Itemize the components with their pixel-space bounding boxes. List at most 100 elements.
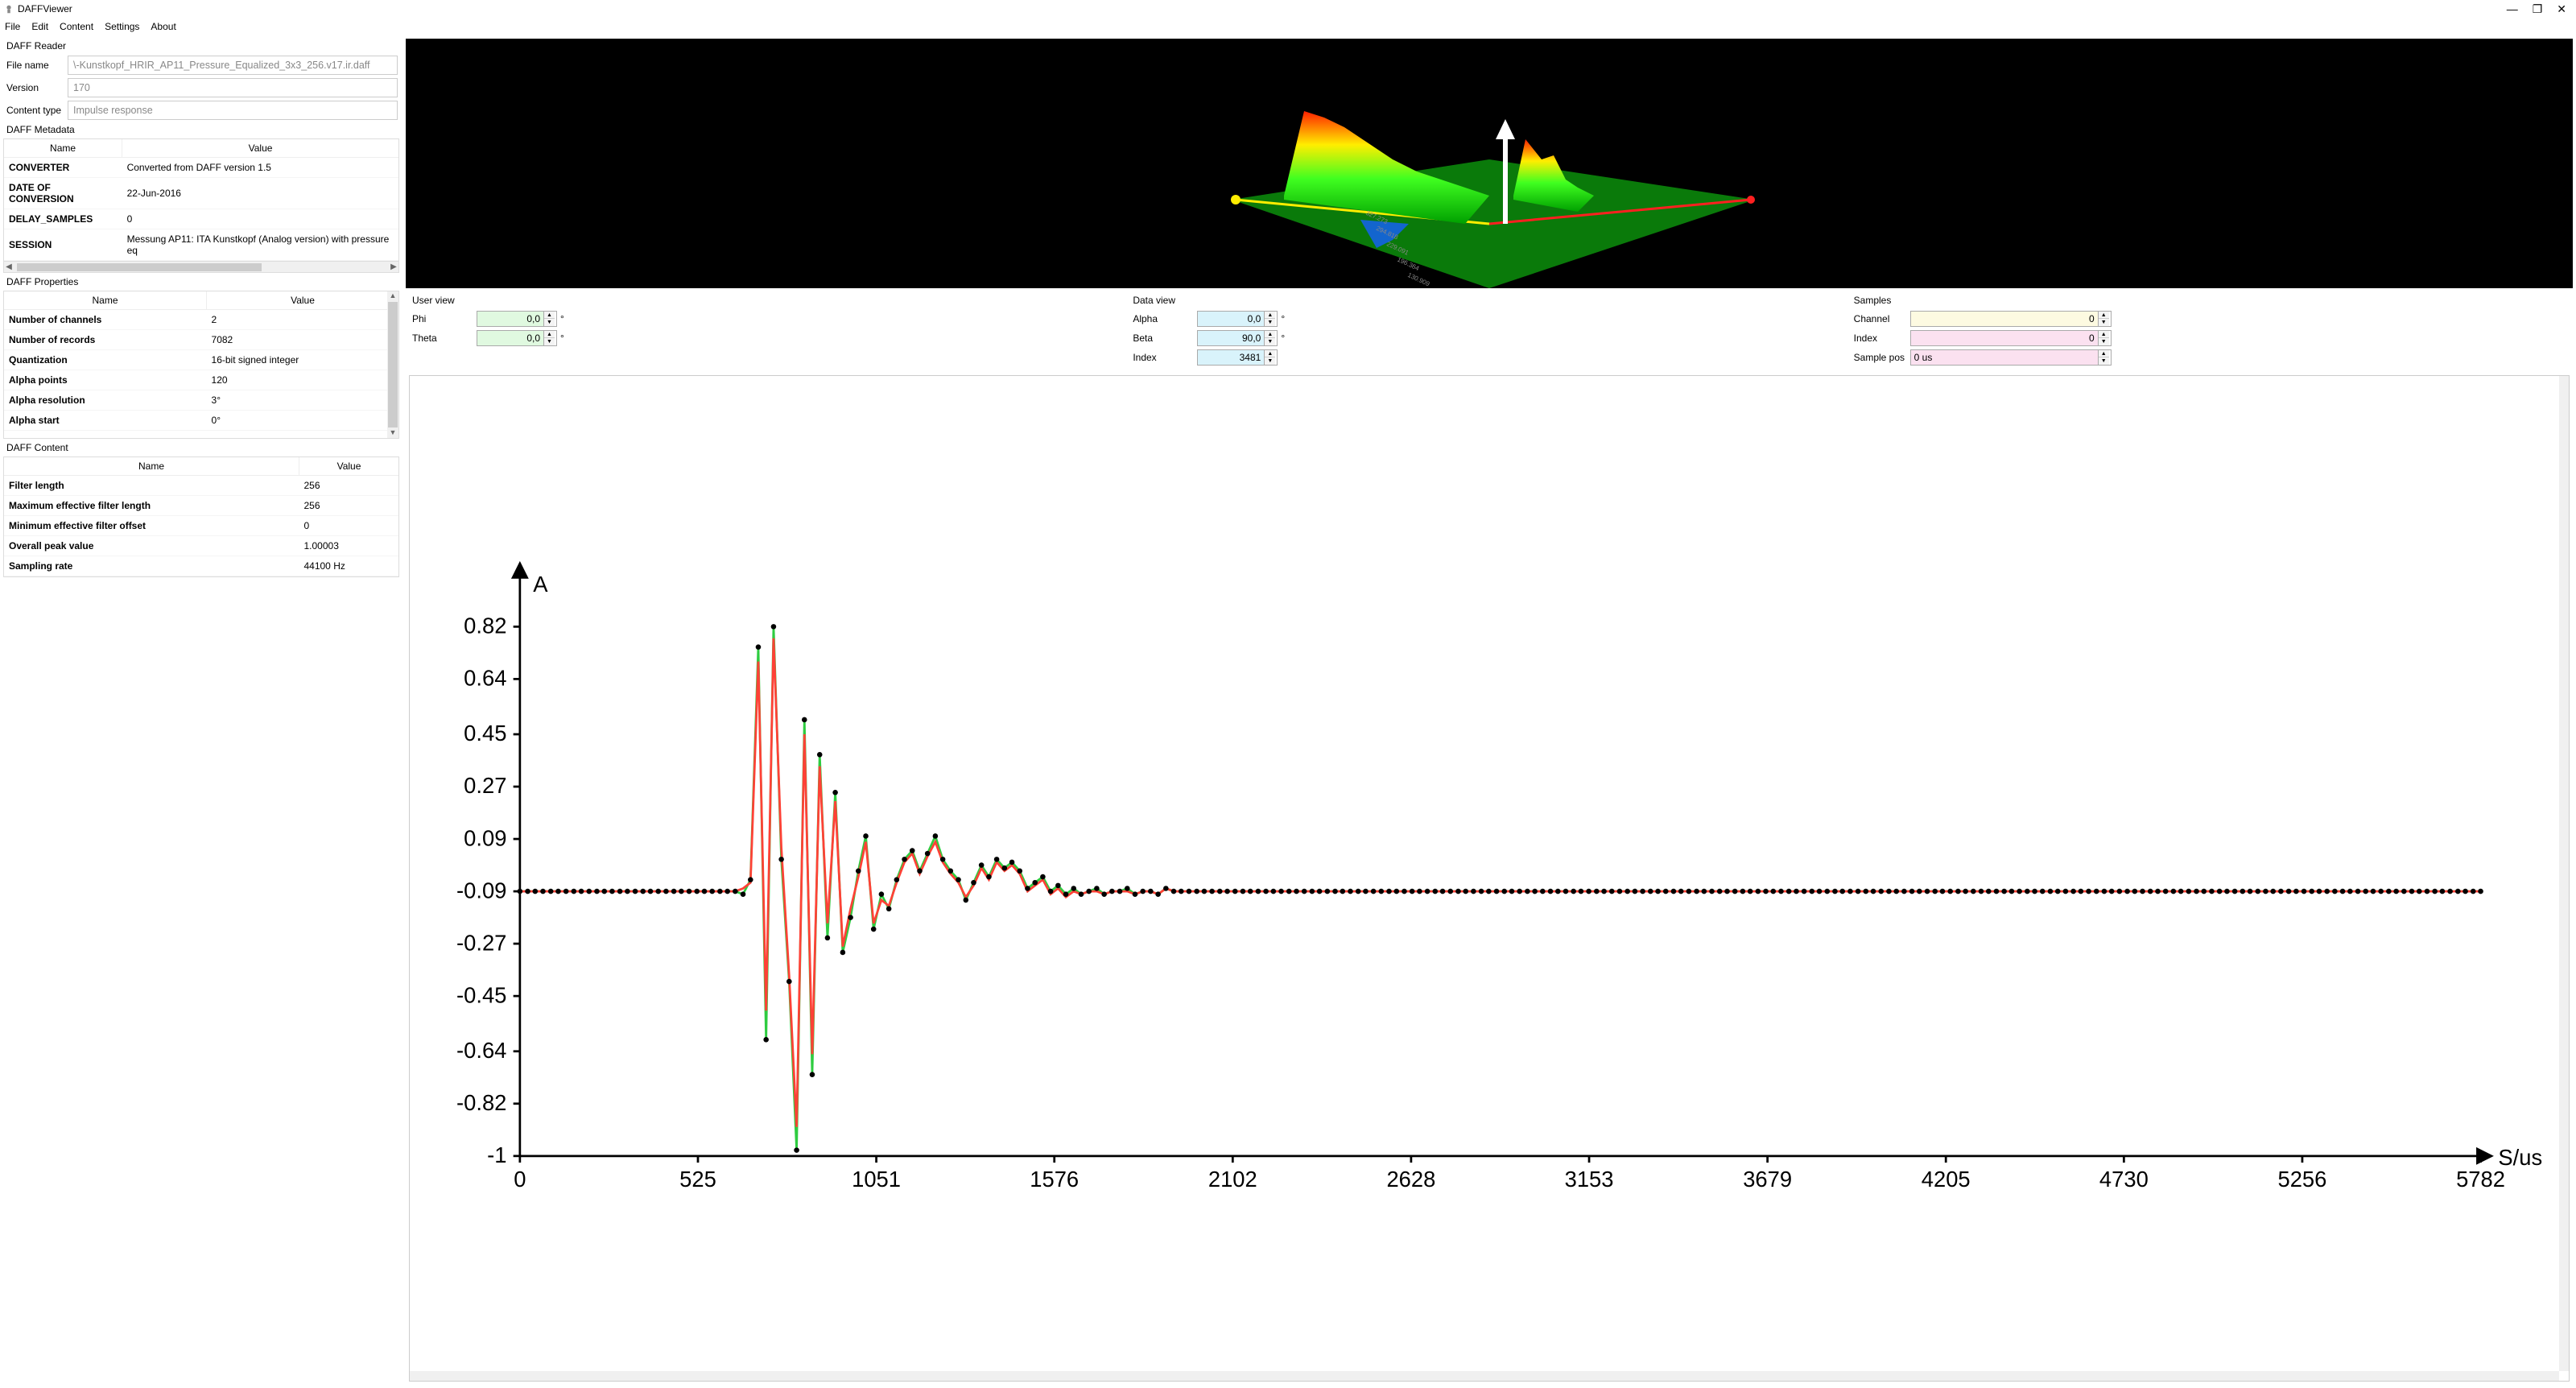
alpha-label: Alpha xyxy=(1133,313,1197,324)
theta-down[interactable]: ▼ xyxy=(544,338,555,345)
alpha-input[interactable] xyxy=(1198,312,1264,326)
col-value[interactable]: Value xyxy=(207,291,398,310)
channel-down[interactable]: ▼ xyxy=(2099,319,2109,326)
beta-input[interactable] xyxy=(1198,331,1264,345)
reader-heading: DAFF Reader xyxy=(3,39,399,53)
alpha-down[interactable]: ▼ xyxy=(1265,319,1275,326)
cell-value: 256 xyxy=(299,496,398,516)
channel-label: Channel xyxy=(1854,313,1910,324)
col-name[interactable]: Name xyxy=(4,291,207,310)
maximize-button[interactable]: ❐ xyxy=(2533,2,2543,16)
beta-up[interactable]: ▲ xyxy=(1265,331,1275,338)
filename-label: File name xyxy=(5,60,68,71)
cell-name: DATE OF CONVERSION xyxy=(4,178,122,209)
properties-table: NameValue Number of channels2Number of r… xyxy=(3,291,399,439)
table-row[interactable]: Alpha start0° xyxy=(4,411,398,431)
table-row[interactable]: Number of channels2 xyxy=(4,310,398,330)
phi-input[interactable] xyxy=(477,312,543,326)
sample-index-label: Index xyxy=(1854,333,1910,344)
menu-settings[interactable]: Settings xyxy=(105,21,139,32)
sample-index-input[interactable] xyxy=(1911,331,2098,345)
metadata-heading: DAFF Metadata xyxy=(3,122,399,137)
cell-value: 3° xyxy=(207,390,398,411)
data-index-label: Index xyxy=(1133,352,1197,363)
table-row[interactable]: DELAY_SAMPLES0 xyxy=(4,209,398,229)
samplepos-up[interactable]: ▲ xyxy=(2099,350,2109,357)
cell-value: Messung AP11: ITA Kunstkopf (Analog vers… xyxy=(122,229,398,261)
table-row[interactable]: DATE OF CONVERSION22-Jun-2016 xyxy=(4,178,398,209)
cell-name: Minimum effective filter offset xyxy=(4,516,299,536)
table-row[interactable]: Maximum effective filter length256 xyxy=(4,496,398,516)
samplepos-input[interactable] xyxy=(1911,350,2098,365)
data-index-input[interactable] xyxy=(1198,350,1264,365)
menu-file[interactable]: File xyxy=(5,21,20,32)
col-value[interactable]: Value xyxy=(299,457,398,476)
theta-unit: ° xyxy=(560,333,564,344)
app-title: DAFFViewer xyxy=(18,3,72,14)
data-index-up[interactable]: ▲ xyxy=(1265,350,1275,357)
menu-content[interactable]: Content xyxy=(60,21,93,32)
cell-name: Number of channels xyxy=(4,310,207,330)
filename-input[interactable] xyxy=(68,56,398,75)
theta-label: Theta xyxy=(412,333,477,344)
beta-unit: ° xyxy=(1281,333,1285,344)
table-row[interactable]: Sampling rate44100 Hz xyxy=(4,556,398,576)
phi-unit: ° xyxy=(560,313,564,324)
alpha-up[interactable]: ▲ xyxy=(1265,312,1275,319)
menu-about[interactable]: About xyxy=(151,21,175,32)
chart-hscrollbar[interactable] xyxy=(410,1371,2559,1381)
theta-up[interactable]: ▲ xyxy=(544,331,555,338)
dataview-heading: Data view xyxy=(1133,293,1845,309)
channel-up[interactable]: ▲ xyxy=(2099,312,2109,319)
table-row[interactable]: Alpha points120 xyxy=(4,370,398,390)
table-row[interactable]: Overall peak value1.00003 xyxy=(4,536,398,556)
waveform-chart[interactable]: AS/us-1-0.82-0.64-0.45-0.27-0.090.090.27… xyxy=(409,375,2570,1382)
minimize-button[interactable]: — xyxy=(2507,2,2518,16)
beta-down[interactable]: ▼ xyxy=(1265,338,1275,345)
3d-visualization[interactable]: 327.273294.818 229.091196.364 130.90998.… xyxy=(406,39,2573,288)
contenttype-input[interactable] xyxy=(68,101,398,120)
properties-heading: DAFF Properties xyxy=(3,275,399,289)
cell-name: DELAY_SAMPLES xyxy=(4,209,122,229)
data-index-down[interactable]: ▼ xyxy=(1265,357,1275,365)
svg-text:0.45: 0.45 xyxy=(464,721,506,746)
phi-up[interactable]: ▲ xyxy=(544,312,555,319)
sample-index-down[interactable]: ▼ xyxy=(2099,338,2109,345)
chart-vscrollbar[interactable] xyxy=(2559,376,2569,1371)
svg-text:0: 0 xyxy=(514,1167,526,1192)
properties-vscrollbar[interactable]: ▲▼ xyxy=(387,291,398,438)
titlebar: DAFFViewer — ❐ ✕ xyxy=(0,0,2576,18)
table-row[interactable]: Filter length256 xyxy=(4,476,398,496)
version-input[interactable] xyxy=(68,78,398,97)
channel-input[interactable] xyxy=(1911,312,2098,326)
cell-name: Alpha start xyxy=(4,411,207,431)
table-row[interactable]: SESSIONMessung AP11: ITA Kunstkopf (Anal… xyxy=(4,229,398,261)
close-button[interactable]: ✕ xyxy=(2557,2,2566,16)
table-row[interactable]: Alpha resolution3° xyxy=(4,390,398,411)
table-row[interactable]: Minimum effective filter offset0 xyxy=(4,516,398,536)
table-row[interactable]: CONVERTERConverted from DAFF version 1.5 xyxy=(4,158,398,178)
cell-name: Sampling rate xyxy=(4,556,299,576)
table-row[interactable]: Number of records7082 xyxy=(4,330,398,350)
table-row[interactable]: Quantization16-bit signed integer xyxy=(4,350,398,370)
theta-input[interactable] xyxy=(477,331,543,345)
samplepos-down[interactable]: ▼ xyxy=(2099,357,2109,365)
sample-index-up[interactable]: ▲ xyxy=(2099,331,2109,338)
cell-value: 0 xyxy=(122,209,398,229)
phi-down[interactable]: ▼ xyxy=(544,319,555,326)
col-name[interactable]: Name xyxy=(4,457,299,476)
beta-label: Beta xyxy=(1133,333,1197,344)
cell-value: 1.00003 xyxy=(299,536,398,556)
col-name[interactable]: Name xyxy=(4,139,122,158)
svg-text:130.909: 130.909 xyxy=(1406,271,1431,288)
menu-edit[interactable]: Edit xyxy=(31,21,48,32)
content-heading: DAFF Content xyxy=(3,440,399,455)
cell-name: Filter length xyxy=(4,476,299,496)
metadata-hscrollbar[interactable]: ◀▶ xyxy=(4,261,398,272)
svg-text:-0.64: -0.64 xyxy=(456,1038,506,1063)
cell-name: Overall peak value xyxy=(4,536,299,556)
app-icon xyxy=(3,3,14,14)
content-table: NameValue Filter length256Maximum effect… xyxy=(3,456,399,577)
col-value[interactable]: Value xyxy=(122,139,398,158)
cell-value: 44100 Hz xyxy=(299,556,398,576)
